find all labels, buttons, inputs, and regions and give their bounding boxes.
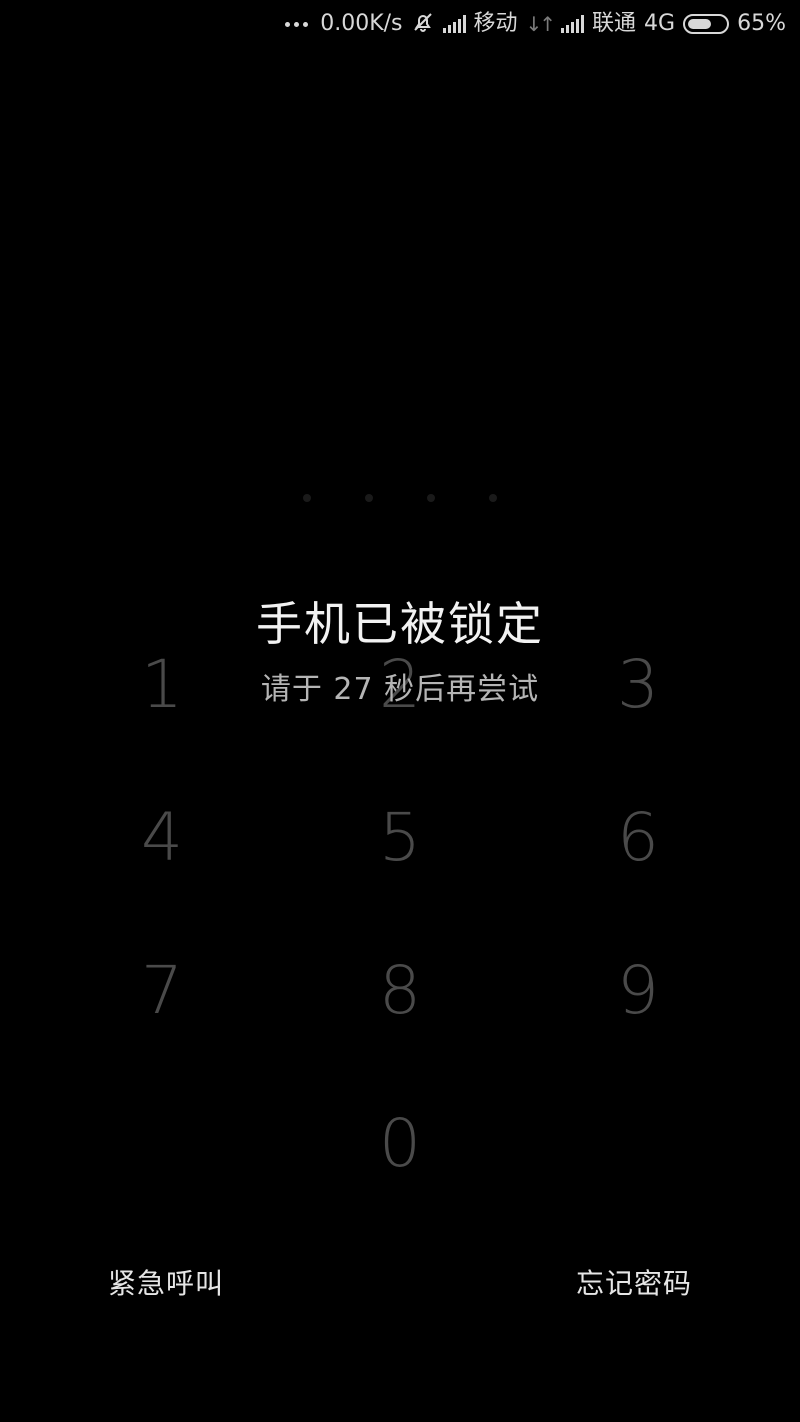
keypad-key-0[interactable]: 0 [281, 1089, 519, 1199]
network-speed: 0.00K/s [320, 11, 403, 36]
forgot-password-button[interactable]: 忘记密码 [576, 1262, 692, 1302]
mute-bell-icon [411, 10, 435, 39]
pin-dot [365, 494, 373, 502]
lock-countdown: 请于 27 秒后再尝试 [260, 672, 540, 707]
pin-indicator [0, 494, 800, 502]
keypad-key-8[interactable]: 8 [281, 936, 519, 1046]
carrier-1-label: 移动 [473, 11, 518, 36]
keypad-key-9[interactable]: 9 [519, 936, 757, 1046]
status-bar: 0.00K/s 移动 ↓↑ 联通 4G 65% [285, 0, 786, 48]
lock-screen: 0.00K/s 移动 ↓↑ 联通 4G 65% 1 2 3 4 5 6 7 8 [0, 0, 800, 1422]
more-dots-icon [285, 21, 309, 27]
pin-dot [427, 494, 435, 502]
keypad-key-4[interactable]: 4 [43, 783, 281, 893]
signal-icon [442, 15, 466, 33]
emergency-call-button[interactable]: 紧急呼叫 [108, 1262, 224, 1302]
network-type: 4G [644, 11, 676, 36]
keypad-key-7[interactable]: 7 [43, 936, 281, 1046]
lock-title: 手机已被锁定 [256, 597, 544, 651]
keypad-key-6[interactable]: 6 [519, 783, 757, 893]
data-arrows-icon: ↓↑ [525, 12, 556, 36]
carrier-2-label: 联通 [592, 11, 637, 36]
pin-dot [489, 494, 497, 502]
keypad-key-5[interactable]: 5 [281, 783, 519, 893]
battery-percent: 65% [737, 11, 786, 36]
pin-dot [303, 494, 311, 502]
battery-icon [683, 14, 730, 34]
signal-icon [561, 15, 585, 33]
